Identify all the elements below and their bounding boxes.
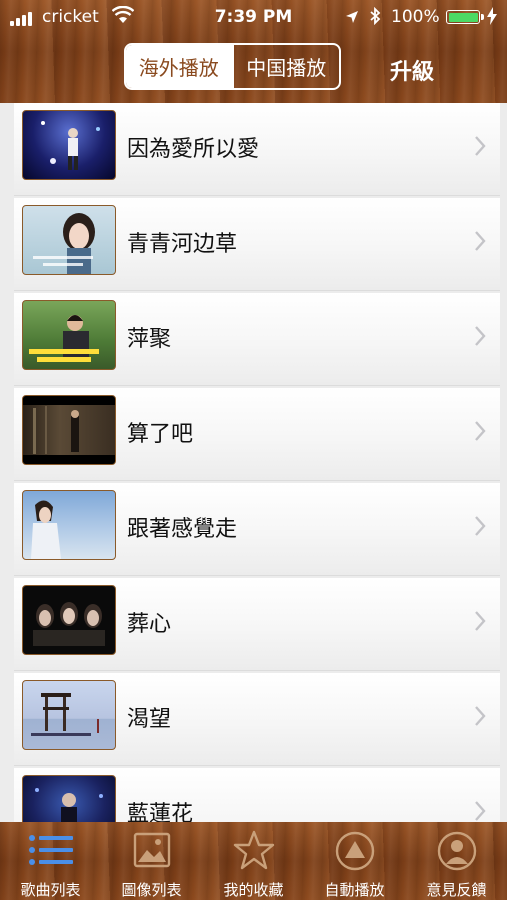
top-bar: cricket 7:39 PM 100% 海外播放 中国播放 升級 bbox=[0, 0, 507, 103]
battery-icon bbox=[446, 10, 484, 24]
image-icon bbox=[132, 830, 172, 874]
tab-auto-play[interactable]: 自動播放 bbox=[304, 822, 405, 900]
song-title: 渴望 bbox=[127, 707, 172, 732]
charging-bolt-icon bbox=[487, 7, 497, 29]
song-thumbnail bbox=[22, 205, 116, 275]
tab-my-favorites[interactable]: 我的收藏 bbox=[203, 822, 304, 900]
song-thumbnail bbox=[22, 395, 116, 465]
song-thumbnail bbox=[22, 110, 116, 180]
playback-region-segmented-control: 海外播放 中国播放 bbox=[124, 43, 341, 90]
chevron-right-icon bbox=[474, 420, 486, 446]
list-icon bbox=[27, 830, 75, 874]
song-title: 因為愛所以愛 bbox=[127, 137, 260, 162]
song-title: 萍聚 bbox=[127, 327, 172, 352]
tab-label: 歌曲列表 bbox=[20, 881, 81, 899]
song-list: 因為愛所以愛 青青河边草 萍聚 算了吧 跟著感覺走 葬心 渴望 藍蓮花 bbox=[0, 103, 507, 822]
song-title: 葬心 bbox=[127, 612, 172, 637]
song-thumbnail bbox=[22, 585, 116, 655]
segment-china-play[interactable]: 中国播放 bbox=[231, 45, 340, 88]
list-item[interactable]: 葬心 bbox=[14, 578, 500, 671]
tab-label: 我的收藏 bbox=[223, 881, 284, 899]
list-item[interactable]: 青青河边草 bbox=[14, 198, 500, 291]
song-thumbnail bbox=[22, 300, 116, 370]
tab-bar: 歌曲列表 圖像列表 我的收藏 自動播放 意見反饋 bbox=[0, 822, 507, 900]
list-item[interactable]: 因為愛所以愛 bbox=[14, 103, 500, 196]
song-thumbnail bbox=[22, 490, 116, 560]
tab-label: 圖像列表 bbox=[121, 881, 182, 899]
list-item[interactable]: 渴望 bbox=[14, 673, 500, 766]
chevron-right-icon bbox=[474, 515, 486, 541]
tab-image-list[interactable]: 圖像列表 bbox=[101, 822, 202, 900]
star-icon bbox=[233, 830, 275, 874]
upgrade-button[interactable]: 升級 bbox=[390, 54, 434, 86]
list-item[interactable]: 算了吧 bbox=[14, 388, 500, 481]
song-title: 跟著感覺走 bbox=[127, 517, 238, 542]
chevron-right-icon bbox=[474, 325, 486, 351]
chevron-right-icon bbox=[474, 135, 486, 161]
bluetooth-icon bbox=[369, 6, 381, 29]
chevron-right-icon bbox=[474, 705, 486, 731]
battery-percent: 100% bbox=[391, 7, 440, 27]
song-title: 算了吧 bbox=[127, 422, 194, 447]
song-thumbnail bbox=[22, 775, 116, 822]
list-item[interactable]: 萍聚 bbox=[14, 293, 500, 386]
chevron-right-icon bbox=[474, 610, 486, 636]
tab-label: 自動播放 bbox=[324, 881, 385, 899]
chevron-right-icon bbox=[474, 230, 486, 256]
song-title: 藍蓮花 bbox=[127, 802, 194, 822]
song-title: 青青河边草 bbox=[127, 232, 238, 257]
play-icon bbox=[334, 830, 376, 876]
chevron-right-icon bbox=[474, 800, 486, 822]
list-item[interactable]: 跟著感覺走 bbox=[14, 483, 500, 576]
person-icon bbox=[436, 830, 478, 876]
location-arrow-icon bbox=[345, 9, 359, 28]
tab-label: 意見反饋 bbox=[426, 881, 487, 899]
tab-feedback[interactable]: 意見反饋 bbox=[406, 822, 507, 900]
tab-song-list[interactable]: 歌曲列表 bbox=[0, 822, 101, 900]
song-thumbnail bbox=[22, 680, 116, 750]
status-bar: cricket 7:39 PM 100% bbox=[0, 0, 507, 34]
list-item[interactable]: 藍蓮花 bbox=[14, 768, 500, 822]
segment-overseas-play[interactable]: 海外播放 bbox=[126, 45, 232, 88]
